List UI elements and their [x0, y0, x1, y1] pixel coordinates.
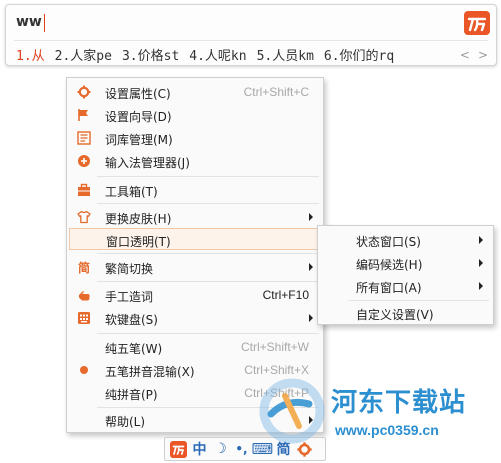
menu-separator — [97, 253, 319, 254]
watermark-title: 河东下载站 — [331, 388, 467, 418]
submenu-arrow-icon — [479, 236, 483, 244]
toolbox-icon — [78, 183, 90, 196]
soft-keyboard-button[interactable]: ⌨ — [251, 440, 274, 458]
menu-item-label: 五笔拼音混输(X) — [105, 365, 195, 379]
candidate-6[interactable]: 6.你们的rq — [324, 45, 394, 64]
traditional-simplified-icon: 简 — [78, 260, 90, 274]
menu-item-dictionary[interactable]: 词库管理(M) — [69, 127, 321, 149]
simplified-toggle[interactable]: 简 — [275, 441, 292, 458]
menu-item-label: 输入法管理器(J) — [105, 156, 190, 170]
menu-item-shortcut: Ctrl+Shift+C — [243, 85, 309, 99]
shirt-icon — [77, 210, 91, 224]
candidate-3[interactable]: 3.价格st — [122, 45, 179, 64]
punctuation-toggle[interactable]: •, — [233, 441, 250, 458]
menu-item-label: 自定义设置(V) — [356, 308, 434, 322]
menu-separator — [97, 407, 319, 408]
menu-item-pure-wubi[interactable]: 纯五笔(W) Ctrl+Shift+W — [69, 336, 321, 358]
candidate-4[interactable]: 4.人呢kn — [189, 45, 246, 64]
submenu-arrow-icon — [309, 213, 313, 221]
sogou-wubi-logo-icon[interactable] — [464, 11, 490, 35]
dictionary-icon — [77, 131, 91, 145]
menu-item-setup-wizard[interactable]: 设置向导(D) — [69, 104, 321, 126]
menu-item-label: 更换皮肤(H) — [105, 212, 172, 226]
submenu-arrow-icon — [479, 282, 483, 290]
menu-item-manual-word[interactable]: 手工造词 Ctrl+F10 — [69, 284, 321, 306]
menu-item-label: 软键盘(S) — [105, 313, 158, 327]
submenu-arrow-icon — [309, 416, 313, 424]
menu-separator — [97, 281, 319, 282]
menu-item-label: 纯五笔(W) — [105, 342, 163, 356]
hand-icon — [79, 291, 90, 301]
watermark-url: www.pc0359.cn — [335, 422, 439, 438]
menu-item-help[interactable]: 帮助(L) — [69, 409, 321, 431]
chinese-mode-toggle[interactable]: 中 — [191, 441, 208, 458]
menu-item-label: 设置属性(C) — [105, 87, 171, 101]
submenu-item-candidate-window[interactable]: 编码候选(H) — [320, 252, 491, 274]
menu-separator — [97, 333, 319, 334]
submenu-arrow-icon — [309, 263, 313, 271]
menu-separator — [348, 300, 489, 301]
menu-item-shortcut: Ctrl+Shift+W — [240, 340, 309, 354]
sogou-wubi-logo-icon — [170, 440, 187, 458]
menu-separator — [97, 203, 319, 204]
ime-manager-icon — [78, 155, 90, 167]
menu-item-change-skin[interactable]: 更换皮肤(H) — [69, 206, 321, 228]
menu-item-ime-manager[interactable]: 输入法管理器(J) — [69, 150, 321, 172]
text-cursor — [44, 14, 45, 32]
menu-item-shortcut: Ctrl+Shift+X — [244, 363, 309, 377]
menu-item-traditional-simplified[interactable]: 简 繁简切换 — [69, 256, 321, 278]
menu-item-label: 编码候选(H) — [356, 258, 423, 272]
menu-item-shortcut: Ctrl+Shift+P — [244, 386, 309, 400]
candidate-1[interactable]: 1.从 — [16, 45, 45, 64]
menu-item-label: 帮助(L) — [105, 415, 146, 429]
ime-input-text: ww — [16, 14, 42, 30]
halfwidth-toggle[interactable]: ☽ — [212, 441, 229, 458]
menu-item-pure-pinyin[interactable]: 纯拼音(P) Ctrl+Shift+P — [69, 382, 321, 404]
menu-item-label: 工具箱(T) — [105, 185, 158, 199]
candidate-2[interactable]: 2.人家pe — [55, 45, 112, 64]
menu-item-label: 窗口透明(T) — [106, 235, 171, 249]
menu-item-label: 纯拼音(P) — [105, 388, 158, 402]
transparency-submenu: 状态窗口(S) 编码候选(H) 所有窗口(A) 自定义设置(V) — [317, 225, 494, 325]
menu-item-label: 词库管理(M) — [105, 133, 173, 147]
moon-icon: ☽ — [214, 441, 227, 457]
submenu-arrow-icon — [309, 314, 313, 322]
ime-divider — [14, 40, 488, 41]
gear-icon — [297, 441, 312, 457]
ime-context-menu: 设置属性(C) Ctrl+Shift+C 设置向导(D) 词库管理(M) 输入法… — [66, 77, 324, 433]
settings-button[interactable] — [296, 441, 313, 458]
menu-item-toolbox[interactable]: 工具箱(T) — [69, 179, 321, 201]
menu-separator — [97, 176, 319, 177]
soft-keyboard-icon — [78, 312, 90, 324]
svg-text:简: 简 — [78, 260, 90, 274]
menu-item-label: 状态窗口(S) — [356, 235, 421, 249]
candidate-list: 1.从 2.人家pe 3.价格st 4.人呢kn 5.人员km 6.你们的rq — [16, 45, 404, 64]
submenu-item-all-windows[interactable]: 所有窗口(A) — [320, 275, 491, 297]
submenu-item-status-window[interactable]: 状态窗口(S) — [320, 229, 491, 251]
menu-item-label: 手工造词 — [105, 290, 154, 304]
prev-page-button[interactable]: < — [460, 48, 470, 62]
menu-item-label: 繁简切换 — [105, 262, 154, 276]
keyboard-icon: ⌨ — [251, 440, 274, 458]
next-page-button[interactable]: > — [478, 48, 488, 62]
submenu-arrow-icon — [479, 259, 483, 267]
flag-icon — [78, 109, 88, 121]
menu-item-settings[interactable]: 设置属性(C) Ctrl+Shift+C — [69, 81, 321, 103]
menu-item-label: 所有窗口(A) — [356, 281, 422, 295]
candidate-page-nav: < > — [460, 48, 488, 62]
punctuation-icon: •, — [235, 442, 248, 456]
menu-item-wubi-pinyin-mixed[interactable]: 五笔拼音混输(X) Ctrl+Shift+X — [69, 359, 321, 381]
gear-icon — [77, 85, 91, 99]
candidate-5[interactable]: 5.人员km — [257, 45, 314, 64]
menu-item-label: 设置向导(D) — [105, 110, 172, 124]
ime-status-bar: 中 ☽ •, ⌨ 简 — [164, 437, 326, 461]
menu-item-window-transparency[interactable]: 窗口透明(T) — [69, 228, 321, 250]
submenu-item-custom-settings[interactable]: 自定义设置(V) — [320, 302, 491, 324]
menu-item-shortcut: Ctrl+F10 — [262, 288, 309, 302]
selected-radio-dot-icon — [80, 366, 88, 374]
menu-item-soft-keyboard[interactable]: 软键盘(S) — [69, 307, 321, 329]
ime-candidate-bar: ww 1.从 2.人家pe 3.价格st 4.人呢kn 5.人员km 6.你们的… — [5, 4, 497, 66]
ime-logo-button[interactable] — [170, 440, 187, 458]
